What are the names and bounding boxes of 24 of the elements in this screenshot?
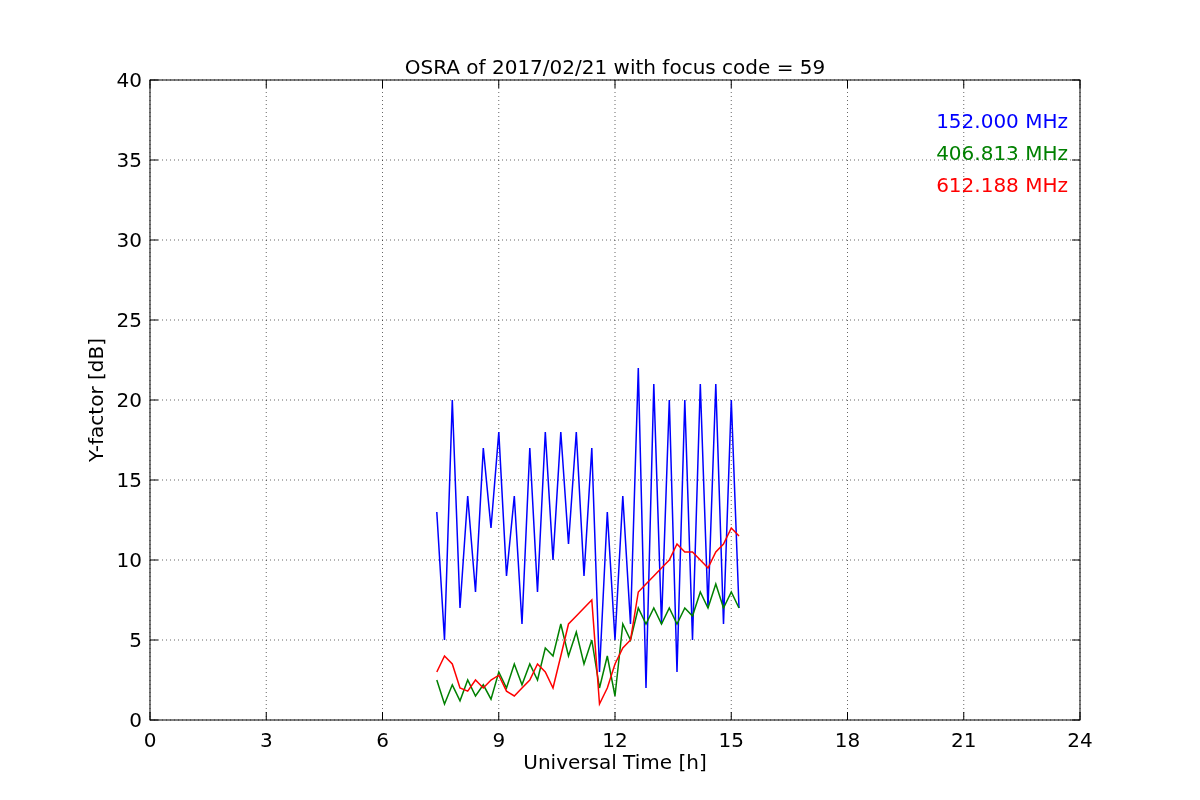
tick-label: 0 — [129, 708, 142, 732]
legend-label: 152.000 MHz — [936, 109, 1068, 133]
tick-label: 20 — [116, 388, 142, 412]
tick-label: 0 — [143, 728, 157, 752]
legend-label: 406.813 MHz — [936, 141, 1068, 165]
tick-label: 21 — [951, 728, 977, 752]
tick-label: 15 — [718, 728, 744, 752]
tick-label: 40 — [116, 68, 142, 92]
tick-label: 6 — [376, 728, 389, 752]
tick-label: 18 — [834, 728, 861, 752]
tick-label: 5 — [129, 628, 142, 652]
legend-label: 612.188 MHz — [936, 173, 1068, 197]
tick-label: 9 — [492, 728, 506, 752]
tick-label: 35 — [116, 148, 142, 172]
tick-label: 25 — [116, 308, 142, 332]
axis-label: Y-factor [dB] — [84, 338, 108, 462]
tick-label: 10 — [116, 548, 142, 572]
axis-label: Universal Time [h] — [523, 750, 707, 774]
tick-label: 15 — [116, 468, 142, 492]
chart-title: OSRA of 2017/02/21 with focus code = 59 — [404, 55, 826, 79]
tick-label: 12 — [602, 728, 628, 752]
tick-label: 24 — [1067, 728, 1093, 752]
tick-label: 3 — [259, 728, 273, 752]
tick-label: 30 — [116, 228, 142, 252]
